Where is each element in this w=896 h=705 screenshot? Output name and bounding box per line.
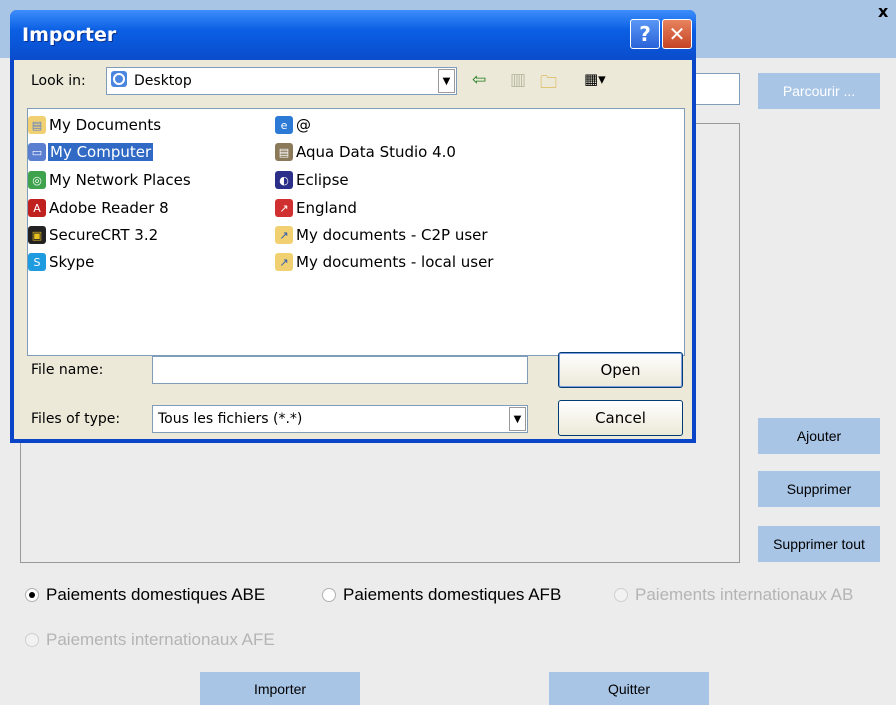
radio-international-afe: Paiements internationaux AFE <box>25 630 275 650</box>
add-button[interactable]: Ajouter <box>758 418 880 454</box>
delete-all-button[interactable]: Supprimer tout <box>758 526 880 562</box>
list-item[interactable]: ↗ England <box>275 197 358 219</box>
list-item-label: Adobe Reader 8 <box>49 199 169 217</box>
skype-shortcut-icon: S <box>28 253 46 271</box>
list-item[interactable]: ◐ Eclipse <box>275 169 350 191</box>
list-item[interactable]: ↗ My documents - local user <box>275 251 494 273</box>
folder-shortcut-icon: ↗ <box>275 226 293 244</box>
radio-button[interactable] <box>322 588 336 602</box>
radio-button <box>614 588 628 602</box>
radio-button <box>25 633 39 647</box>
delete-button[interactable]: Supprimer <box>758 471 880 507</box>
radio-label: Paiements domestiques AFB <box>343 585 562 604</box>
list-item-label: Eclipse <box>296 171 349 189</box>
list-item-label: SecureCRT 3.2 <box>49 226 159 244</box>
list-item[interactable]: ▤ Aqua Data Studio 4.0 <box>275 141 457 163</box>
list-item[interactable]: ↗ My documents - C2P user <box>275 224 489 246</box>
files-of-type-value: Tous les fichiers (*.*) <box>158 411 303 427</box>
chevron-down-icon[interactable]: ▼ <box>438 69 455 93</box>
look-in-value: Desktop <box>134 73 192 89</box>
import-button[interactable]: Importer <box>200 672 360 705</box>
quit-button[interactable]: Quitter <box>549 672 709 705</box>
list-item-label: Skype <box>49 253 95 271</box>
folder-shortcut-icon: ↗ <box>275 253 293 271</box>
help-button[interactable]: ? <box>630 19 660 49</box>
list-item[interactable]: ▣ SecureCRT 3.2 <box>28 224 159 246</box>
radio-domestic-abe[interactable]: Paiements domestiques ABE <box>25 585 265 605</box>
list-item-label: My Computer <box>48 143 154 161</box>
look-in-label: Look in: <box>31 73 86 89</box>
list-item[interactable]: ▭ My Computer <box>28 141 154 163</box>
radio-button[interactable] <box>25 588 39 602</box>
list-item-label: My documents - local user <box>296 253 494 271</box>
files-of-type-label: Files of type: <box>31 411 121 427</box>
radio-domestic-afb[interactable]: Paiements domestiques AFB <box>322 585 561 605</box>
radio-international-ab: Paiements internationaux AB <box>614 585 853 605</box>
list-item-label: @ <box>296 116 311 134</box>
dialog-title-bar[interactable]: Importer ? ✕ <box>10 10 696 60</box>
file-list[interactable]: ▤ My Documents ▭ My Computer ◎ My Networ… <box>27 108 685 356</box>
browse-button[interactable]: Parcourir ... <box>758 73 880 109</box>
up-folder-icon: ▥ <box>510 70 527 90</box>
network-icon: ◎ <box>28 171 46 189</box>
list-item-label: My Documents <box>49 116 162 134</box>
dialog-body: Look in: Desktop ▼ ⇦ ▥ 🗀 ▦▾ ▤ My Documen… <box>14 60 692 439</box>
adobe-reader-shortcut-icon: A <box>28 199 46 217</box>
folder-documents-icon: ▤ <box>28 116 46 134</box>
list-item[interactable]: S Skype <box>28 251 95 273</box>
radio-label: Paiements internationaux AB <box>635 585 854 604</box>
list-item-label: My Network Places <box>49 171 191 189</box>
view-menu-icon[interactable]: ▦▾ <box>584 70 606 88</box>
internet-shortcut-icon: e <box>275 116 293 134</box>
new-folder-icon[interactable]: 🗀 <box>540 70 557 99</box>
open-button[interactable]: Open <box>558 352 683 388</box>
files-of-type-dropdown[interactable]: Tous les fichiers (*.*) ▼ <box>152 405 528 433</box>
dialog-close-button[interactable]: ✕ <box>662 19 692 49</box>
cancel-button[interactable]: Cancel <box>558 400 683 436</box>
app-shortcut-icon: ▤ <box>275 143 293 161</box>
file-path-input[interactable] <box>695 73 740 105</box>
file-name-label: File name: <box>31 362 104 378</box>
desktop-icon <box>110 70 128 92</box>
back-icon[interactable]: ⇦ <box>472 70 486 90</box>
radio-label: Paiements domestiques ABE <box>46 585 266 604</box>
file-name-input[interactable] <box>152 356 528 384</box>
app-close-button[interactable]: x <box>878 2 896 21</box>
look-in-dropdown[interactable]: Desktop ▼ <box>106 67 457 95</box>
radio-label: Paiements internationaux AFE <box>46 630 275 649</box>
shortcut-icon: ↗ <box>275 199 293 217</box>
list-item[interactable]: e @ <box>275 114 312 136</box>
dialog-title: Importer <box>22 24 117 46</box>
list-item-label: My documents - C2P user <box>296 226 488 244</box>
list-item[interactable]: ▤ My Documents <box>28 114 162 136</box>
chevron-down-icon[interactable]: ▼ <box>509 407 526 431</box>
import-dialog: Importer ? ✕ Look in: Desktop ▼ ⇦ ▥ 🗀 ▦▾… <box>10 10 696 443</box>
computer-icon: ▭ <box>28 143 46 161</box>
securecrt-shortcut-icon: ▣ <box>28 226 46 244</box>
list-item[interactable]: ◎ My Network Places <box>28 169 192 191</box>
list-item-label: Aqua Data Studio 4.0 <box>296 143 456 161</box>
list-item[interactable]: A Adobe Reader 8 <box>28 197 170 219</box>
list-item-label: England <box>296 199 357 217</box>
eclipse-shortcut-icon: ◐ <box>275 171 293 189</box>
